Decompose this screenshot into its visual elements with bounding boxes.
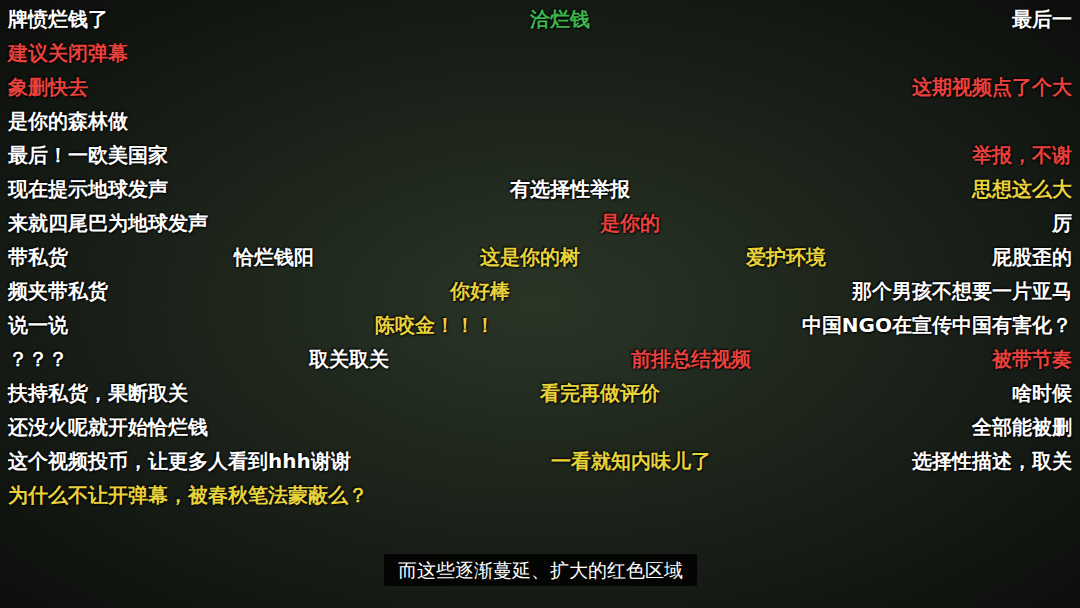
danmaku-comment[interactable]: 现在提示地球发声	[8, 175, 168, 203]
danmaku-row: 说一说 陈咬金！！！ 中国NGO在宣传中国有害化？	[8, 310, 1072, 340]
danmaku-comment[interactable]: 扶持私货，果断取关	[8, 379, 188, 407]
danmaku-comment[interactable]: 啥时候	[1012, 379, 1072, 407]
danmaku-comment[interactable]: 来就四尾巴为地球发声	[8, 209, 208, 237]
danmaku-comment[interactable]: 还没火呢就开始恰烂钱	[8, 413, 208, 441]
danmaku-comment[interactable]: 频夹带私货	[8, 277, 108, 305]
danmaku-comment[interactable]: 全部能被删	[972, 413, 1072, 441]
danmaku-comment[interactable]: 选择性描述，取关	[912, 447, 1072, 475]
danmaku-comment[interactable]: 中国NGO在宣传中国有害化？	[802, 311, 1072, 339]
danmaku-comment[interactable]: 这期视频点了个大	[912, 73, 1072, 101]
danmaku-comment[interactable]: 是你的森林做	[8, 107, 128, 135]
danmaku-comment[interactable]: 最后！一欧美国家	[8, 141, 168, 169]
danmaku-row: 牌愤烂钱了 洽烂钱 最后一	[8, 4, 1072, 34]
danmaku-comment[interactable]: 牌愤烂钱了	[8, 5, 108, 33]
subtitle: 而这些逐渐蔓延、扩大的红色区域	[384, 554, 697, 586]
danmaku-comment[interactable]: 为什么不让开弹幕，被春秋笔法蒙蔽么？	[8, 481, 368, 509]
danmaku-comment[interactable]: 这个视频投币，让更多人看到hhh谢谢	[8, 447, 351, 475]
danmaku-comment[interactable]: 陈咬金！！！	[375, 311, 495, 339]
danmaku-comment[interactable]: 恰烂钱阳	[234, 243, 314, 271]
danmaku-comment[interactable]: 前排总结视频	[631, 345, 751, 373]
danmaku-comment[interactable]: 爱护环境	[746, 243, 826, 271]
danmaku-row: 带私货 恰烂钱阳 这是你的树 爱护环境 屁股歪的	[8, 242, 1072, 272]
danmaku-comment[interactable]: 有选择性举报	[510, 175, 630, 203]
video-player[interactable]: 牌愤烂钱了 洽烂钱 最后一建议关闭弹幕象删快去 这期视频点了个大是你的森林做最后！一欧…	[0, 0, 1080, 608]
danmaku-comment[interactable]: 说一说	[8, 311, 68, 339]
danmaku-row: 扶持私货，果断取关 看完再做评价 啥时候	[8, 378, 1072, 408]
danmaku-comment[interactable]: 那个男孩不想要一片亚马	[852, 277, 1072, 305]
danmaku-comment[interactable]: 你好棒	[450, 277, 510, 305]
danmaku-row: 这个视频投币，让更多人看到hhh谢谢 一看就知内味儿了 选择性描述，取关	[8, 446, 1072, 476]
danmaku-row: 现在提示地球发声 有选择性举报 思想这么大	[8, 174, 1072, 204]
danmaku-comment[interactable]: 洽烂钱	[530, 5, 590, 33]
danmaku-comment[interactable]: 这是你的树	[480, 243, 580, 271]
danmaku-comment[interactable]: 举报，不谢	[972, 141, 1072, 169]
danmaku-comment[interactable]: 看完再做评价	[540, 379, 660, 407]
danmaku-row: 还没火呢就开始恰烂钱 全部能被删	[8, 412, 1072, 442]
danmaku-row: 建议关闭弹幕	[8, 38, 1072, 68]
danmaku-comment[interactable]: 厉	[1052, 209, 1072, 237]
danmaku-comment[interactable]: 建议关闭弹幕	[8, 39, 128, 67]
danmaku-comment[interactable]: 一看就知内味儿了	[551, 447, 711, 475]
danmaku-row: 来就四尾巴为地球发声 是你的 厉	[8, 208, 1072, 238]
danmaku-comment[interactable]: 屁股歪的	[992, 243, 1072, 271]
danmaku-row: 频夹带私货 你好棒 那个男孩不想要一片亚马	[8, 276, 1072, 306]
danmaku-comment[interactable]: 取关取关	[309, 345, 389, 373]
danmaku-layer: 牌愤烂钱了 洽烂钱 最后一建议关闭弹幕象删快去 这期视频点了个大是你的森林做最后！一欧…	[0, 0, 1080, 510]
danmaku-comment[interactable]: 思想这么大	[972, 175, 1072, 203]
danmaku-row: 为什么不让开弹幕，被春秋笔法蒙蔽么？	[8, 480, 1072, 510]
danmaku-row: ？？？ 取关取关 前排总结视频 被带节奏	[8, 344, 1072, 374]
danmaku-comment[interactable]: 被带节奏	[992, 345, 1072, 373]
danmaku-row: 是你的森林做	[8, 106, 1072, 136]
danmaku-row: 最后！一欧美国家 举报，不谢	[8, 140, 1072, 170]
danmaku-row: 象删快去 这期视频点了个大	[8, 72, 1072, 102]
danmaku-comment[interactable]: 带私货	[8, 243, 68, 271]
danmaku-comment[interactable]: 象删快去	[8, 73, 88, 101]
danmaku-comment[interactable]: ？？？	[8, 345, 68, 373]
danmaku-comment[interactable]: 是你的	[600, 209, 660, 237]
danmaku-comment[interactable]: 最后一	[1012, 5, 1072, 33]
